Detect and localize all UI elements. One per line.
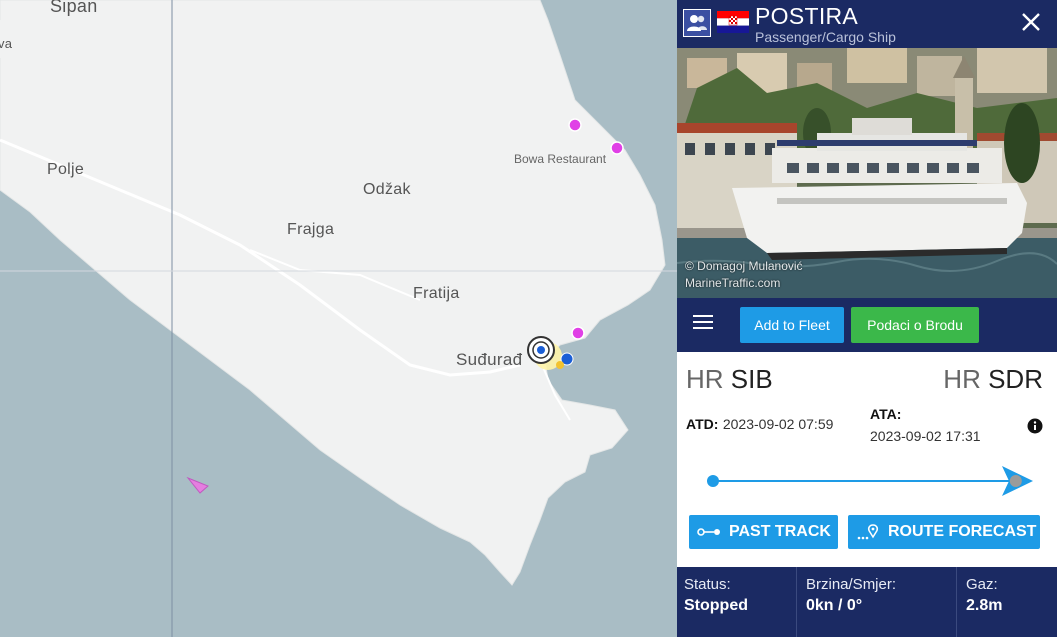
status-value: Stopped: [684, 597, 748, 614]
place-label-va: va: [0, 36, 13, 51]
route-forecast-label: ROUTE FORECAST: [888, 523, 1037, 540]
vessel-panel: POSTIRA Passenger/Cargo Ship © Domagoj M…: [677, 0, 1057, 637]
vessel-stats: Status: Stopped Brzina/Smjer: 0kn / 0° G…: [677, 567, 1057, 637]
photo-credit-author: © Domagoj Mulanović: [685, 259, 803, 273]
close-icon[interactable]: [1019, 10, 1043, 34]
poi-marker[interactable]: [610, 141, 624, 155]
status-stat: Status: Stopped: [684, 576, 748, 615]
divider: [796, 567, 797, 637]
draught-stat: Gaz: 2.8m: [966, 576, 1002, 615]
place-label-suduradj: Suđurađ: [456, 350, 523, 369]
divider: [956, 567, 957, 637]
photo-credit-site: MarineTraffic.com: [685, 276, 781, 290]
menu-icon[interactable]: [693, 315, 713, 331]
past-track-button[interactable]: PAST TRACK: [689, 515, 838, 549]
place-label-polje: Polje: [47, 161, 85, 178]
place-label-odzak: Odžak: [363, 181, 411, 198]
vessel-toolbar: Add to Fleet Podaci o Brodu: [677, 298, 1057, 352]
past-track-label: PAST TRACK: [729, 523, 831, 540]
arrival-port[interactable]: HR SDR: [943, 364, 1043, 395]
atd-label: ATD:: [686, 416, 719, 432]
atd-block: ATD: 2023-09-02 07:59: [686, 416, 833, 434]
route-forecast-icon: [857, 524, 879, 540]
past-track-icon: [697, 528, 720, 536]
speed-stat: Brzina/Smjer: 0kn / 0°: [806, 576, 896, 615]
vessel-position-dot: [1009, 475, 1022, 487]
place-label-fratija: Fratija: [413, 285, 460, 302]
arrival-code: SDR: [988, 364, 1043, 394]
poi-label-bowa: Bowa Restaurant: [514, 152, 607, 166]
draught-label: Gaz:: [966, 576, 998, 593]
poi-marker[interactable]: [568, 118, 582, 132]
selected-vessel-dot: [537, 346, 545, 354]
route-forecast-button[interactable]: ROUTE FORECAST: [848, 515, 1040, 549]
departure-country: HR: [686, 364, 724, 394]
status-label: Status:: [684, 576, 731, 593]
ata-block: ATA: 2023-09-02 17:31: [870, 406, 981, 444]
departure-dot: [707, 475, 719, 487]
draught-value: 2.8m: [966, 597, 1003, 614]
vessel-marker[interactable]: [556, 361, 564, 369]
ata-value: 2023-09-02 17:31: [870, 428, 981, 444]
vessel-photo[interactable]: © Domagoj Mulanović MarineTraffic.com: [677, 48, 1057, 298]
fleet-users-icon[interactable]: [683, 9, 711, 37]
speed-label: Brzina/Smjer:: [806, 576, 897, 593]
vessel-details-button[interactable]: Podaci o Brodu: [851, 307, 979, 343]
place-label-sipan: Sipan: [50, 0, 98, 16]
vessel-header: POSTIRA Passenger/Cargo Ship: [677, 0, 1057, 48]
place-label-frajga: Frajga: [287, 221, 335, 238]
flag-icon: [717, 11, 749, 33]
departure-code: SIB: [730, 364, 773, 394]
departure-port[interactable]: HR SIB: [686, 364, 773, 395]
arrival-country: HR: [943, 364, 981, 394]
map-canvas[interactable]: [0, 0, 677, 637]
atd-value: 2023-09-02 07:59: [722, 416, 834, 432]
voyage-progress: [707, 466, 1033, 496]
voyage-section: HR SIB HR SDR ATD: 2023-09-02 07:59 ATA:…: [677, 352, 1057, 567]
poi-marker[interactable]: [571, 326, 585, 340]
vessel-type: Passenger/Cargo Ship: [755, 29, 896, 45]
vessel-name: POSTIRA: [755, 3, 859, 29]
photo-credit: © Domagoj Mulanović MarineTraffic.com: [685, 258, 803, 292]
add-to-fleet-button[interactable]: Add to Fleet: [740, 307, 844, 343]
info-icon[interactable]: [1027, 418, 1043, 434]
ata-label: ATA:: [870, 406, 902, 422]
map-view[interactable]: Sipan va Polje Odžak Frajga Fratija Suđu…: [0, 0, 677, 637]
speed-value: 0kn / 0°: [806, 597, 863, 614]
